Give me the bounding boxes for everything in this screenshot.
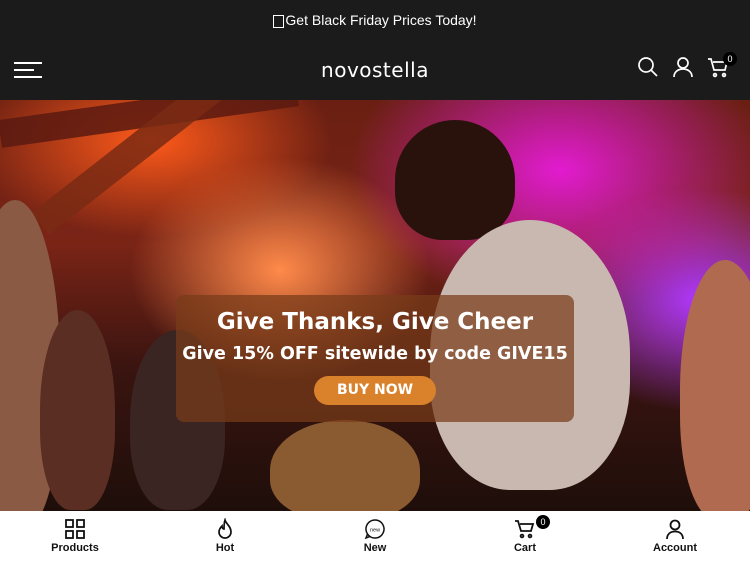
promo-card: Give Thanks, Give Cheer Give 15% OFF sit…: [176, 295, 574, 422]
nav-item-new[interactable]: new New: [300, 511, 450, 563]
svg-text:new: new: [370, 528, 380, 534]
cart-count-badge: 0: [723, 52, 737, 66]
cart-count-badge: 0: [536, 515, 550, 529]
promo-headline: Give Thanks, Give Cheer: [216, 309, 534, 335]
guest-figure: [40, 310, 115, 510]
flame-icon: [214, 516, 236, 540]
hero-banner[interactable]: Give Thanks, Give Cheer Give 15% OFF sit…: [0, 100, 750, 511]
nav-item-label: Products: [51, 542, 99, 554]
nav-item-hot[interactable]: Hot: [150, 511, 300, 563]
bottom-navigation: Products Hot new New 0 Cart Account: [0, 511, 750, 563]
nav-item-label: Hot: [215, 542, 235, 554]
user-icon[interactable]: [671, 55, 695, 79]
cart-icon: [514, 518, 536, 540]
announcement-bar[interactable]: Get Black Friday Prices Today!: [0, 0, 750, 40]
announcement-text[interactable]: Get Black Friday Prices Today!: [285, 12, 476, 28]
nav-item-cart[interactable]: 0 Cart: [450, 511, 600, 563]
nav-item-label: New: [363, 542, 387, 554]
new-badge-icon: new: [364, 518, 386, 540]
user-icon: [664, 518, 686, 540]
buy-now-button[interactable]: BUY NOW: [314, 376, 436, 405]
nav-item-products[interactable]: Products: [0, 511, 150, 563]
guest-right-figure: [680, 260, 750, 511]
nav-item-label: Cart: [513, 542, 536, 554]
search-icon[interactable]: [636, 55, 660, 79]
grid-icon: [64, 518, 86, 540]
roast-turkey: [270, 420, 420, 511]
unknown-glyph-icon: [273, 14, 285, 28]
nav-item-account[interactable]: Account: [600, 511, 750, 563]
host-hair: [395, 120, 515, 240]
site-header: novostella 0: [0, 40, 750, 100]
nav-item-label: Account: [653, 542, 697, 554]
promo-subline: Give 15% OFF sitewide by code GIVE15: [182, 344, 568, 364]
